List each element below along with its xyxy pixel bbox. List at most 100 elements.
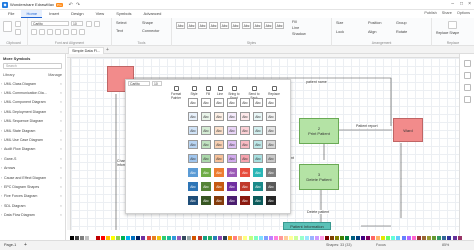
style-cell[interactable]: Abc (201, 112, 211, 121)
replace-button[interactable]: Replace (268, 86, 280, 96)
tab-design[interactable]: Design (66, 10, 88, 18)
style-cell[interactable]: Abc (253, 112, 263, 121)
style-cell[interactable]: Abc (253, 168, 263, 177)
style-cell[interactable]: Abc (240, 112, 250, 121)
library-item[interactable]: › UML State Diagram × (0, 126, 65, 135)
align-right-icon[interactable] (79, 29, 85, 35)
style-cell[interactable]: Abc (214, 98, 224, 107)
library-item[interactable]: › Audit Flow Diagram × (0, 145, 65, 154)
style-cell[interactable]: Abc (266, 112, 276, 121)
library-item[interactable]: › UML Sequence Diagram × (0, 117, 65, 126)
style-cell[interactable]: Abc (240, 168, 250, 177)
style-cell[interactable]: Abc (214, 126, 224, 135)
fill-button[interactable]: Fill (292, 20, 297, 24)
close-library-icon[interactable]: × (60, 100, 62, 104)
library-item[interactable]: › SDL Diagram × (0, 201, 65, 210)
style-cell[interactable]: Abc (188, 126, 198, 135)
style-cell[interactable]: Abc (253, 154, 263, 163)
rotate-button[interactable]: Rotate (396, 30, 407, 34)
style-cell[interactable]: Abc (266, 196, 276, 205)
page-tab[interactable]: Page-1 (4, 243, 16, 247)
minimize-icon[interactable]: – (451, 1, 454, 7)
shape-tool[interactable]: Shape (142, 21, 153, 25)
style-cell[interactable]: Abc (240, 98, 250, 107)
style-swatch[interactable]: Abc (187, 22, 196, 29)
close-library-icon[interactable]: × (60, 91, 62, 95)
popup-size-select[interactable]: 10 (152, 81, 162, 86)
format-painter-button[interactable]: Format Painter (170, 86, 182, 100)
style-cell[interactable]: Abc (227, 98, 237, 107)
style-cell[interactable]: Abc (214, 112, 224, 121)
close-library-icon[interactable]: × (60, 129, 62, 133)
style-swatch[interactable]: Abc (231, 22, 240, 29)
style-cell[interactable]: Abc (240, 154, 250, 163)
style-cell[interactable]: Abc (214, 154, 224, 163)
style-cell[interactable]: Abc (253, 182, 263, 191)
style-cell[interactable]: Abc (188, 112, 198, 121)
line-button[interactable]: Line (292, 26, 299, 30)
style-button[interactable]: Style (188, 86, 200, 96)
align-left-icon[interactable] (63, 29, 69, 35)
font-grow-icon[interactable] (86, 21, 92, 27)
style-cell[interactable]: Abc (227, 154, 237, 163)
style-cell[interactable]: Abc (266, 182, 276, 191)
replace-shape-button[interactable]: Replace Shape (436, 31, 459, 35)
page-panel-icon[interactable] (464, 72, 471, 79)
zoom-level[interactable]: 85% (442, 243, 449, 247)
share-button[interactable]: Share (442, 11, 452, 15)
print-patient-process[interactable]: 2 Print Patient (299, 118, 339, 144)
library-item[interactable]: › UML Deployment Diagram × (0, 107, 65, 116)
style-cell[interactable]: Abc (253, 196, 263, 205)
underline-icon[interactable] (47, 29, 53, 35)
style-cell[interactable]: Abc (227, 196, 237, 205)
position-button[interactable]: Position (368, 21, 382, 25)
library-item[interactable]: › UML Component Diagram × (0, 98, 65, 107)
style-cell[interactable]: Abc (240, 182, 250, 191)
format-panel-icon[interactable] (464, 60, 471, 67)
style-cell[interactable]: Abc (214, 196, 224, 205)
italic-icon[interactable] (39, 29, 45, 35)
font-size-select[interactable]: 10 (71, 21, 83, 26)
style-cell[interactable]: Abc (240, 126, 250, 135)
layers-panel-icon[interactable] (464, 84, 471, 91)
add-tab-icon[interactable]: + (106, 47, 109, 53)
style-cell[interactable]: Abc (188, 168, 198, 177)
select-tool[interactable]: Select (116, 21, 127, 25)
style-cell[interactable]: Abc (227, 182, 237, 191)
tab-file[interactable]: File (3, 10, 19, 18)
style-swatch[interactable]: Abc (275, 22, 284, 29)
style-cell[interactable]: Abc (240, 196, 250, 205)
align-button[interactable]: Align (368, 30, 376, 34)
style-cell[interactable]: Abc (201, 154, 211, 163)
symbol-search-input[interactable]: Search (3, 63, 62, 69)
focus-button[interactable]: Focus (376, 243, 386, 247)
style-cell[interactable]: Abc (266, 126, 276, 135)
delete-patient-process[interactable]: 3 Delete Patient (299, 164, 339, 190)
style-cell[interactable]: Abc (227, 140, 237, 149)
replace-shape-icon[interactable] (448, 21, 457, 29)
options-button[interactable]: Options (457, 11, 470, 15)
library-item[interactable]: › Gane-S × (0, 154, 65, 163)
style-cell[interactable]: Abc (214, 140, 224, 149)
close-library-icon[interactable]: × (60, 185, 62, 189)
close-library-icon[interactable]: × (60, 204, 62, 208)
style-cell[interactable]: Abc (188, 98, 198, 107)
style-cell[interactable]: Abc (201, 182, 211, 191)
tab-advanced[interactable]: Advanced (139, 10, 167, 18)
font-color-icon[interactable] (55, 29, 61, 35)
group-button[interactable]: Group (396, 21, 407, 25)
undo-icon[interactable]: ↶ (69, 2, 73, 8)
style-swatch[interactable]: Abc (220, 22, 229, 29)
close-library-icon[interactable]: × (60, 157, 62, 161)
library-item[interactable]: › EPC Diagram Shapes × (0, 182, 65, 191)
style-cell[interactable]: Abc (266, 168, 276, 177)
ward-entity[interactable]: Ward (393, 118, 423, 142)
document-tab[interactable]: Simple Data Fl... (68, 47, 105, 54)
close-library-icon[interactable]: × (60, 110, 62, 114)
close-library-icon[interactable]: × (60, 194, 62, 198)
style-cell[interactable]: Abc (240, 140, 250, 149)
cut-icon[interactable] (15, 21, 21, 27)
close-library-icon[interactable]: × (60, 166, 62, 170)
library-item[interactable]: › Arrows × (0, 164, 65, 173)
style-swatch[interactable]: Abc (242, 22, 251, 29)
